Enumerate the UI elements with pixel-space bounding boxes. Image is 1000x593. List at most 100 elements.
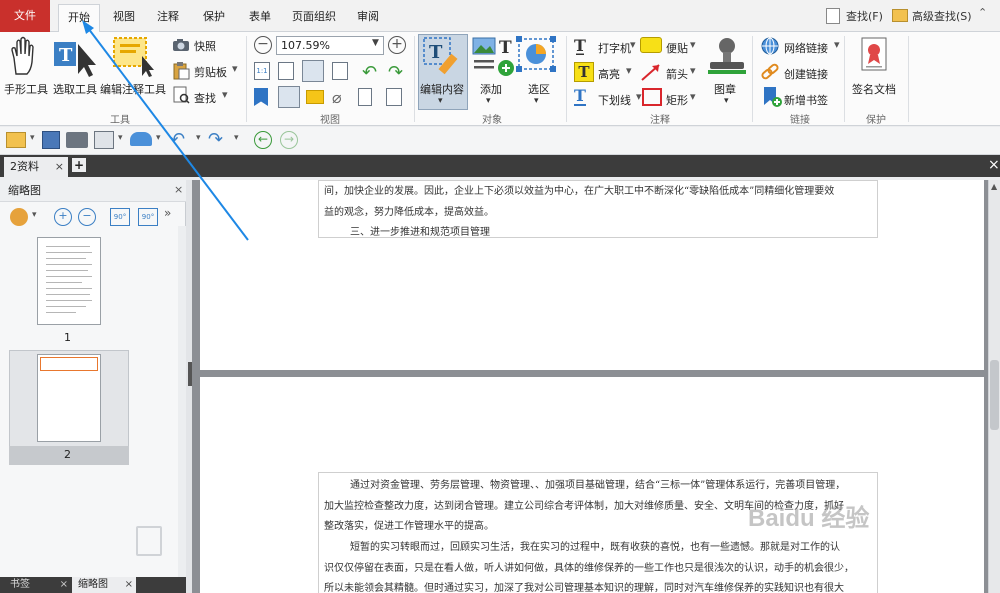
tab-home[interactable]: 开始: [58, 4, 100, 33]
stamp-button[interactable]: 图章: [714, 81, 736, 97]
add-dropdown-icon[interactable]: ▾: [486, 96, 491, 106]
typewriter-button[interactable]: 打字机: [598, 40, 631, 56]
vertical-scrollbar[interactable]: ▲: [988, 180, 1000, 593]
fit-page-icon[interactable]: [278, 62, 294, 80]
bookmarks-tab[interactable]: 书签 ×: [2, 577, 70, 593]
page-settings-icon[interactable]: [386, 88, 402, 106]
rotate-left-icon[interactable]: ↶: [362, 62, 377, 83]
save-icon[interactable]: [42, 131, 60, 149]
panel-bottom-tabs: 书签 × 缩略图 ×: [0, 577, 186, 593]
panel-scrollbar[interactable]: [178, 226, 186, 586]
scan-icon[interactable]: [130, 132, 152, 146]
rotate-page-left-icon[interactable]: 90°: [110, 208, 130, 226]
note-dropdown-icon[interactable]: ▾: [690, 38, 696, 51]
scan-dropdown-icon[interactable]: ▾: [156, 133, 161, 143]
web-link-dropdown-icon[interactable]: ▾: [834, 38, 840, 51]
tab-form[interactable]: 表单: [242, 4, 278, 30]
thumbnail-page-2[interactable]: [37, 354, 101, 442]
arrow-annotation-button[interactable]: 箭头: [666, 66, 688, 82]
rotate-right-icon[interactable]: ↷: [388, 62, 403, 83]
select-area-dropdown-icon[interactable]: ▾: [534, 96, 539, 106]
previous-view-icon[interactable]: ←: [254, 131, 272, 149]
select-tool-button[interactable]: 选取工具: [53, 81, 97, 97]
close-thumbnails-icon[interactable]: ×: [125, 577, 133, 593]
scrollbar-thumb[interactable]: [990, 360, 999, 430]
zoom-level-select[interactable]: 107.59%: [276, 36, 384, 55]
thumbnails-tab[interactable]: 缩略图 ×: [72, 577, 136, 593]
comment-view-icon[interactable]: [306, 90, 324, 104]
redo-icon[interactable]: ↷: [208, 129, 223, 150]
close-bookmarks-icon[interactable]: ×: [60, 577, 68, 593]
layers-icon[interactable]: [358, 88, 372, 106]
tab-view[interactable]: 视图: [106, 4, 142, 30]
new-tab-icon[interactable]: +: [72, 158, 86, 172]
close-panel-icon[interactable]: ×: [174, 183, 183, 196]
panel-options-gear-icon[interactable]: [10, 208, 28, 226]
undo-dropdown-icon[interactable]: ▾: [196, 133, 201, 143]
edit-content-dropdown-icon[interactable]: ▾: [438, 96, 443, 106]
web-link-button[interactable]: 网络链接: [784, 40, 828, 56]
actual-size-icon[interactable]: 1:1: [254, 62, 270, 80]
edit-content-button[interactable]: 编辑内容: [420, 81, 464, 97]
advanced-find-button[interactable]: 高级查找(S): [912, 8, 972, 24]
underline-dropdown-icon[interactable]: ▾: [636, 90, 642, 103]
zoom-dropdown-icon[interactable]: ▼: [372, 38, 379, 48]
file-menu[interactable]: 文件: [0, 0, 50, 32]
email-icon[interactable]: [94, 131, 114, 149]
fit-visible-icon[interactable]: [332, 62, 348, 80]
rotate-page-right-icon[interactable]: 90°: [138, 208, 158, 226]
svg-text:T: T: [59, 45, 73, 66]
new-bookmark-button[interactable]: 新增书签: [784, 92, 828, 108]
tab-page-organize[interactable]: 页面组织: [286, 4, 342, 30]
stamp-dropdown-icon[interactable]: ▾: [724, 96, 729, 106]
open-dropdown-icon[interactable]: ▾: [30, 133, 35, 143]
close-document-icon[interactable]: ×: [988, 157, 1000, 173]
highlight-button[interactable]: 高亮: [598, 66, 620, 82]
tab-comment[interactable]: 注释: [150, 4, 186, 30]
document-tab[interactable]: 2资料 ×: [4, 157, 68, 177]
rectangle-annotation-button[interactable]: 矩形: [666, 92, 688, 108]
collapse-ribbon-icon[interactable]: ⌃: [978, 6, 987, 19]
reduce-thumbnail-icon[interactable]: −: [78, 208, 96, 226]
tab-review[interactable]: 审阅: [350, 4, 386, 30]
edit-annotation-tool-button[interactable]: 编辑注释工具: [100, 81, 166, 97]
arrow-dropdown-icon[interactable]: ▾: [690, 64, 696, 77]
highlight-dropdown-icon[interactable]: ▾: [626, 64, 632, 77]
thumbnail-page-1[interactable]: [37, 237, 101, 325]
attachment-icon[interactable]: ⌀: [332, 88, 342, 107]
sticky-note-button[interactable]: 便贴: [666, 40, 688, 56]
more-options-icon[interactable]: »: [164, 206, 171, 220]
underline-button[interactable]: 下划线: [598, 92, 631, 108]
zoom-in-icon[interactable]: +: [388, 36, 406, 54]
next-view-icon[interactable]: →: [280, 131, 298, 149]
fit-width-icon[interactable]: [302, 60, 324, 82]
close-tab-icon[interactable]: ×: [55, 157, 64, 177]
find-button[interactable]: 查找(F): [846, 8, 883, 24]
sign-document-button[interactable]: 签名文档: [852, 81, 896, 97]
redo-dropdown-icon[interactable]: ▾: [234, 133, 239, 143]
snapshot-button[interactable]: 快照: [194, 38, 216, 54]
hand-tool-button[interactable]: 手形工具: [4, 81, 48, 97]
rectangle-dropdown-icon[interactable]: ▾: [690, 90, 696, 103]
tab-protect[interactable]: 保护: [196, 4, 232, 30]
find-tool-button[interactable]: 查找: [194, 90, 216, 106]
add-object-button[interactable]: 添加: [480, 81, 502, 97]
undo-icon[interactable]: ↶: [170, 129, 185, 150]
enlarge-thumbnail-icon[interactable]: +: [54, 208, 72, 226]
options-dropdown-icon[interactable]: ▾: [32, 210, 37, 220]
print-icon[interactable]: [66, 132, 88, 148]
clipboard-dropdown-icon[interactable]: ▾: [232, 62, 238, 75]
thumbnail-page-number: 2: [64, 448, 71, 461]
document-view[interactable]: 间，加快企业的发展。因此，企业上下必须以效益为中心，在广大职工中不断深化“零缺陷…: [192, 180, 988, 593]
scroll-up-icon[interactable]: ▲: [991, 182, 997, 191]
clipboard-button[interactable]: 剪贴板: [194, 64, 227, 80]
create-link-button[interactable]: 创建链接: [784, 66, 828, 82]
page-thumbnail-view-icon[interactable]: [278, 86, 300, 108]
find-dropdown-icon[interactable]: ▾: [222, 88, 228, 101]
bookmark-view-icon[interactable]: [254, 88, 268, 106]
open-folder-icon[interactable]: [6, 132, 26, 148]
typewriter-dropdown-icon[interactable]: ▾: [630, 38, 636, 51]
email-dropdown-icon[interactable]: ▾: [118, 133, 123, 143]
zoom-out-icon[interactable]: −: [254, 36, 272, 54]
select-area-button[interactable]: 选区: [528, 81, 550, 97]
